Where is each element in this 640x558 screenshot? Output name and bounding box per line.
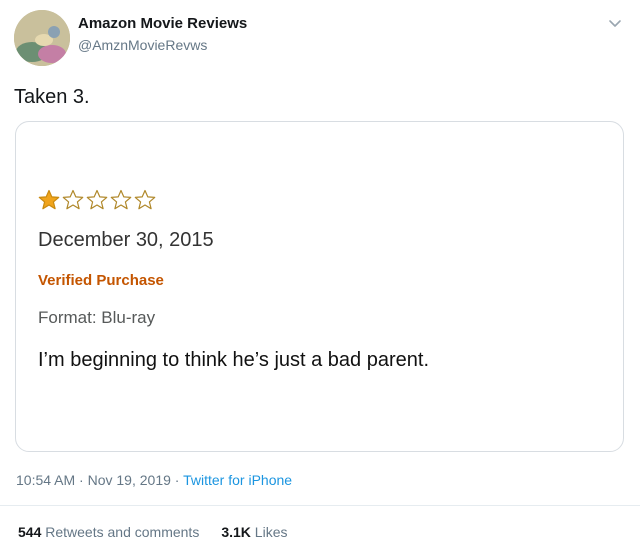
star-empty-icon — [110, 189, 132, 210]
likes-label: Likes — [254, 524, 288, 540]
likes-count: 3.1K — [221, 524, 255, 540]
tweet-date[interactable]: Nov 19, 2019 — [88, 472, 171, 488]
star-empty-icon — [62, 189, 84, 210]
divider — [0, 505, 640, 506]
review-format: Format: Blu-ray — [38, 308, 156, 327]
meta-separator: · — [174, 472, 184, 488]
avatar[interactable] — [14, 10, 70, 66]
star-filled-icon — [38, 189, 60, 210]
display-name[interactable]: Amazon Movie Reviews — [78, 15, 247, 32]
retweets-stat[interactable]: 544 Retweets and comments — [18, 524, 199, 540]
tweet-text: Taken 3. — [14, 86, 90, 108]
tweet-time[interactable]: 10:54 AM — [16, 472, 75, 488]
avatar-image — [14, 10, 70, 66]
star-empty-icon — [86, 189, 108, 210]
star-empty-icon — [134, 189, 156, 210]
review-date: December 30, 2015 — [38, 229, 214, 251]
retweets-label: Retweets and comments — [45, 524, 200, 540]
review-body: I’m beginning to think he’s just a bad p… — [38, 349, 429, 371]
tweet-meta: 10:54 AM · Nov 19, 2019 · Twitter for iP… — [16, 472, 292, 488]
retweets-count: 544 — [18, 524, 46, 540]
chevron-down-icon[interactable] — [608, 16, 622, 30]
star-rating — [38, 189, 156, 211]
likes-stat[interactable]: 3.1K Likes — [221, 524, 287, 540]
tweet-source[interactable]: Twitter for iPhone — [183, 472, 292, 488]
verified-purchase-label: Verified Purchase — [38, 272, 164, 289]
meta-separator: · — [79, 472, 88, 488]
tweet-stats: 544 Retweets and comments 3.1K Likes — [18, 524, 287, 540]
user-handle[interactable]: @AmznMovieRevws — [78, 37, 207, 53]
